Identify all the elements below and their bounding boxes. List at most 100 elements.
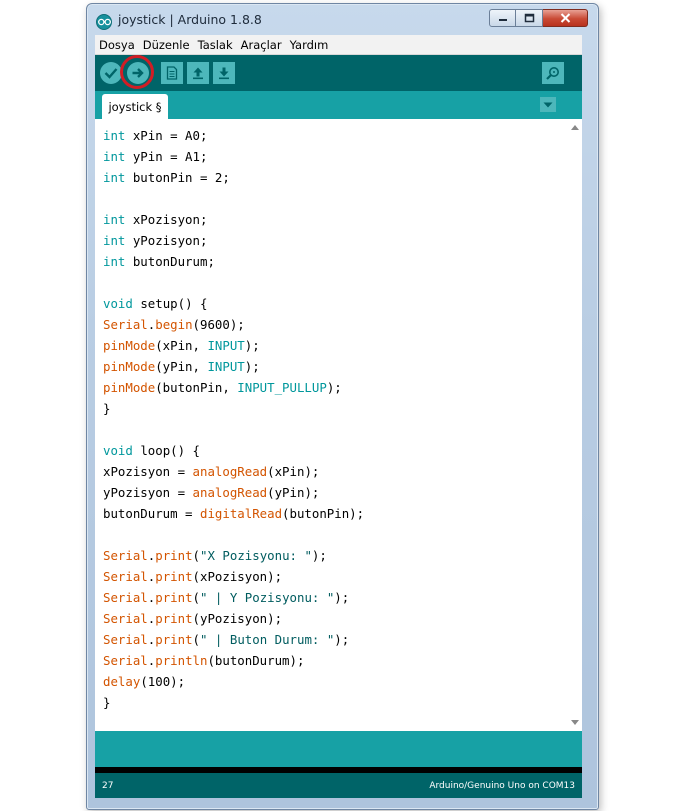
open-button[interactable] — [187, 62, 209, 84]
code-token: print — [155, 590, 193, 605]
menu-taslak[interactable]: Taslak — [194, 38, 237, 52]
code-editor[interactable]: int xPin = A0; int yPin = A1; int butonPin… — [95, 119, 582, 731]
code-line[interactable]: butonDurum = digitalRead(butonPin); — [103, 503, 364, 524]
code-line[interactable] — [103, 419, 364, 440]
menu-dosya[interactable]: Dosya — [95, 38, 139, 52]
code-token: print — [155, 611, 193, 626]
code-token: ); — [334, 590, 350, 605]
code-line[interactable]: Serial.print("X Pozisyonu: "); — [103, 545, 364, 566]
code-token: print — [155, 569, 193, 584]
code-line[interactable]: xPozisyon = analogRead(xPin); — [103, 461, 364, 482]
code-token: } — [103, 695, 111, 710]
verify-icon — [104, 68, 118, 79]
code-line[interactable]: int butonPin = 2; — [103, 167, 364, 188]
maximize-button[interactable] — [516, 9, 543, 27]
code-line[interactable]: } — [103, 398, 364, 419]
code-token: Serial — [103, 611, 148, 626]
code-line[interactable]: pinMode(xPin, INPUT); — [103, 335, 364, 356]
code-token: yPozisyon; — [132, 233, 208, 248]
code-token: void — [103, 443, 141, 458]
tab-strip: joystick § — [95, 91, 582, 119]
code-line[interactable] — [103, 188, 364, 209]
code-token: void — [103, 296, 141, 311]
code-token: ( — [192, 548, 201, 563]
code-token: xPozisyon = — [103, 464, 193, 479]
code-token: (9600); — [192, 317, 245, 332]
code-token: (yPin); — [267, 485, 320, 500]
code-line[interactable] — [103, 272, 364, 293]
menu-duzenle[interactable]: Düzenle — [139, 38, 194, 52]
code-token: println — [155, 653, 208, 668]
code-text[interactable]: int xPin = A0; int yPin = A1; int butonPin… — [103, 125, 364, 713]
serial-monitor-button[interactable] — [542, 62, 564, 84]
code-token: setup() { — [140, 296, 208, 311]
scroll-down-icon[interactable] — [571, 720, 579, 725]
code-line[interactable]: Serial.print(yPozisyon); — [103, 608, 364, 629]
code-line[interactable]: int yPin = A1; — [103, 146, 364, 167]
code-token: INPUT — [207, 359, 245, 374]
code-token: ); — [326, 380, 342, 395]
menu-yardim[interactable]: Yardım — [286, 38, 333, 52]
verify-button[interactable] — [100, 62, 122, 84]
code-line[interactable]: int xPin = A0; — [103, 125, 364, 146]
code-token: begin — [155, 317, 193, 332]
code-line[interactable]: } — [103, 692, 364, 713]
code-line[interactable]: pinMode(yPin, INPUT); — [103, 356, 364, 377]
title-bar[interactable]: joystick | Arduino 1.8.8 — [87, 4, 598, 35]
code-line[interactable]: Serial.print(" | Y Pozisyonu: "); — [103, 587, 364, 608]
scroll-up-icon[interactable] — [571, 125, 579, 130]
code-token: butonPin = 2; — [132, 170, 230, 185]
code-token: int — [103, 128, 133, 143]
code-line[interactable]: Serial.begin(9600); — [103, 314, 364, 335]
code-token: ); — [311, 548, 327, 563]
code-token: ); — [244, 359, 260, 374]
code-token: (xPin, — [155, 338, 208, 353]
code-line[interactable]: void setup() { — [103, 293, 364, 314]
toolbar — [95, 55, 582, 91]
code-token: INPUT — [207, 338, 245, 353]
code-token: yPin = A1; — [132, 149, 208, 164]
code-token: print — [155, 632, 193, 647]
save-icon — [219, 67, 229, 80]
tab-label: joystick § — [108, 99, 162, 114]
close-button[interactable] — [543, 9, 588, 27]
menu-araclar[interactable]: Araçlar — [237, 38, 286, 52]
code-token: " | Buton Durum: " — [200, 632, 335, 647]
code-token: (100); — [140, 674, 186, 689]
code-token: (butonDurum); — [207, 653, 305, 668]
code-token: delay — [103, 674, 141, 689]
tab-joystick[interactable]: joystick § — [102, 94, 168, 119]
board-info: Arduino/Genuino Uno on COM13 — [429, 780, 575, 791]
code-token: analogRead — [192, 485, 268, 500]
open-icon — [193, 67, 203, 80]
new-sketch-button[interactable] — [161, 62, 183, 84]
code-line[interactable]: void loop() { — [103, 440, 364, 461]
code-line[interactable]: int xPozisyon; — [103, 209, 364, 230]
code-line[interactable]: Serial.println(butonDurum); — [103, 650, 364, 671]
highlight-circle — [120, 55, 154, 89]
tab-menu-button[interactable] — [540, 97, 556, 112]
code-token: int — [103, 170, 133, 185]
code-line[interactable]: Serial.print(" | Buton Durum: "); — [103, 629, 364, 650]
code-line[interactable]: Serial.print(xPozisyon); — [103, 566, 364, 587]
code-token: analogRead — [192, 464, 268, 479]
code-line[interactable]: yPozisyon = analogRead(yPin); — [103, 482, 364, 503]
code-line[interactable] — [103, 524, 364, 545]
minimize-icon — [498, 19, 507, 21]
vertical-scrollbar[interactable] — [568, 119, 582, 731]
minimize-button[interactable] — [489, 9, 516, 27]
code-token: digitalRead — [199, 506, 283, 521]
code-line[interactable]: int butonDurum; — [103, 251, 364, 272]
code-token: Serial — [103, 632, 148, 647]
new-sketch-icon — [166, 66, 178, 80]
code-line[interactable]: delay(100); — [103, 671, 364, 692]
window-title: joystick | Arduino 1.8.8 — [118, 12, 262, 27]
save-button[interactable] — [213, 62, 235, 84]
code-token: int — [103, 254, 133, 269]
code-line[interactable]: pinMode(butonPin, INPUT_PULLUP); — [103, 377, 364, 398]
code-token: ( — [192, 590, 201, 605]
code-token: ( — [192, 632, 201, 647]
code-line[interactable]: int yPozisyon; — [103, 230, 364, 251]
chevron-down-icon — [543, 102, 553, 107]
code-token: int — [103, 233, 133, 248]
